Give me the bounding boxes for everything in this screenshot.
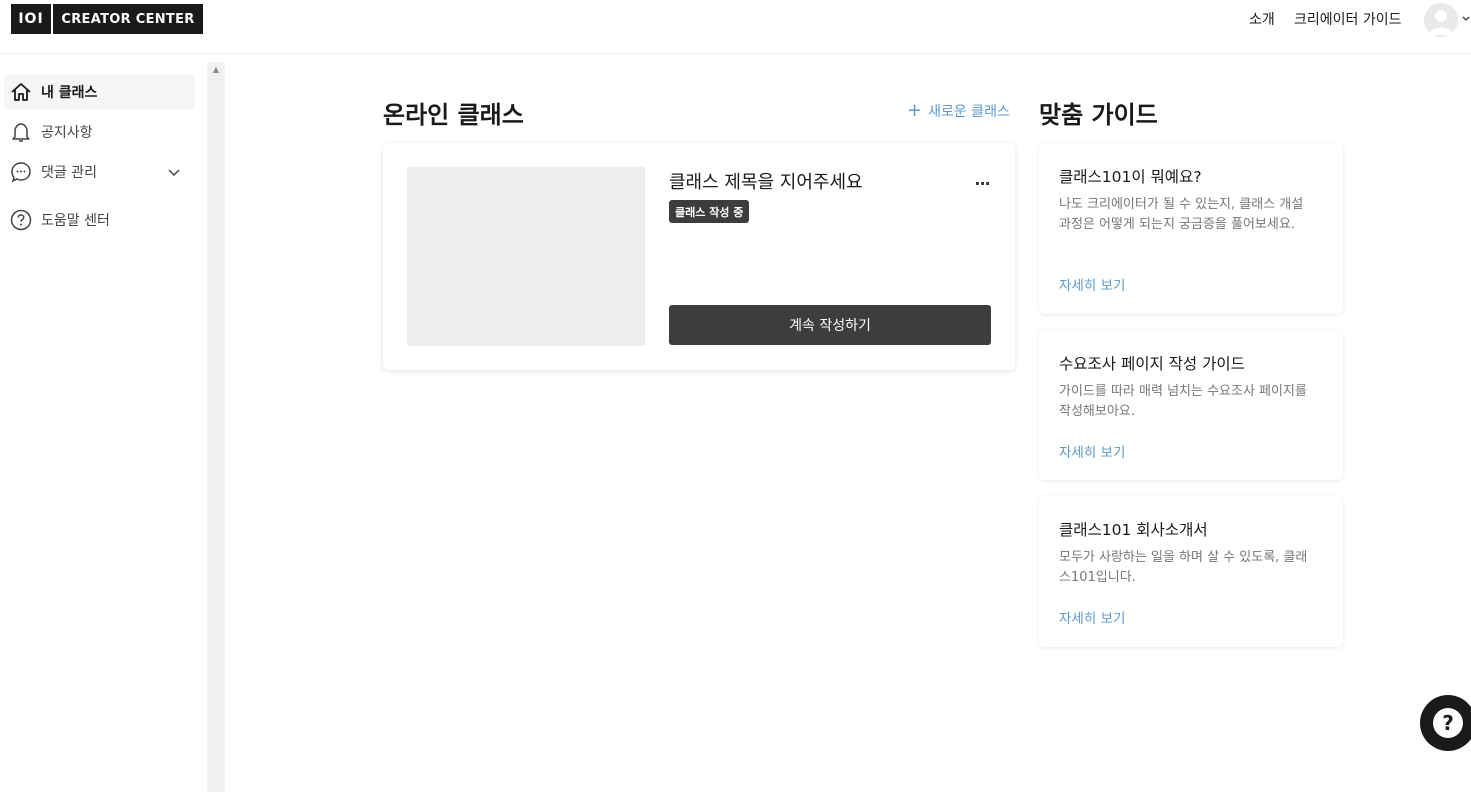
sidebar-item-notices[interactable]: 공지사항 bbox=[4, 114, 195, 150]
guide-card[interactable]: 수요조사 페이지 작성 가이드 가이드를 따라 매력 넘치는 수요조사 페이지를… bbox=[1039, 330, 1343, 480]
bell-icon bbox=[9, 120, 33, 144]
class-title: 클래스 제목을 지어주세요 bbox=[669, 172, 863, 193]
page-title: 온라인 클래스 bbox=[383, 101, 524, 129]
user-avatar-icon[interactable] bbox=[1424, 3, 1458, 37]
guide-section-title: 맞춤 가이드 bbox=[1039, 101, 1158, 129]
guide-card[interactable]: 클래스101 회사소개서 모두가 사랑하는 일을 하며 살 수 있도록, 클래스… bbox=[1039, 496, 1343, 647]
guide-title: 클래스101이 뭐예요? bbox=[1059, 168, 1202, 186]
guide-detail-link[interactable]: 자세히 보기 bbox=[1059, 441, 1125, 461]
chevron-down-icon[interactable] bbox=[1462, 14, 1470, 25]
class-thumbnail-placeholder bbox=[407, 167, 645, 346]
class-card[interactable]: 클래스 제목을 지어주세요 클래스 작성 중 ... 계속 작성하기 bbox=[383, 143, 1015, 370]
sidebar-scrollbar[interactable]: ▲ bbox=[207, 62, 225, 792]
guide-card[interactable]: 클래스101이 뭐예요? 나도 크리에이터가 될 수 있는지, 클래스 개설 과… bbox=[1039, 143, 1343, 314]
sidebar-item-help-center[interactable]: 도움말 센터 bbox=[4, 202, 195, 238]
sidebar-item-label: 도움말 센터 bbox=[41, 213, 110, 229]
more-options-icon[interactable]: ... bbox=[973, 167, 991, 191]
chevron-down-icon[interactable] bbox=[165, 163, 183, 181]
guide-description: 나도 크리에이터가 될 수 있는지, 클래스 개설 과정은 어떻게 되는지 궁금… bbox=[1059, 197, 1304, 232]
help-circle-icon bbox=[9, 208, 33, 232]
nav-creator-guide-link[interactable]: 크리에이터 가이드 bbox=[1294, 11, 1402, 29]
sidebar-item-label: 공지사항 bbox=[41, 125, 93, 141]
nav-about-link[interactable]: 소개 bbox=[1249, 11, 1275, 29]
new-class-label: 새로운 클래스 bbox=[928, 104, 1010, 120]
sidebar-item-label: 내 클래스 bbox=[41, 85, 98, 101]
top-header: IOI CREATOR CENTER 소개 크리에이터 가이드 bbox=[0, 0, 1471, 54]
guide-detail-link[interactable]: 자세히 보기 bbox=[1059, 274, 1125, 294]
guide-description: 가이드를 따라 매력 넘치는 수요조사 페이지를 작성해보아요. bbox=[1059, 384, 1307, 419]
sidebar-item-label: 댓글 관리 bbox=[41, 165, 97, 181]
help-chat-button[interactable]: ? bbox=[1420, 695, 1471, 751]
sidebar-item-comments[interactable]: 댓글 관리 bbox=[4, 154, 195, 190]
new-class-button[interactable]: + 새로운 클래스 bbox=[907, 101, 1010, 121]
comment-icon bbox=[9, 160, 33, 184]
guide-title: 수요조사 페이지 작성 가이드 bbox=[1059, 355, 1245, 373]
status-badge: 클래스 작성 중 bbox=[669, 200, 750, 223]
sidebar: 내 클래스 공지사항 댓글 관리 도움말 센터 bbox=[0, 54, 207, 792]
creator-center-logo[interactable]: IOI CREATOR CENTER bbox=[11, 4, 203, 34]
guide-description: 모두가 사랑하는 일을 하며 살 수 있도록, 클래스101입니다. bbox=[1059, 550, 1308, 585]
sidebar-item-my-classes[interactable]: 내 클래스 bbox=[4, 74, 195, 110]
home-icon bbox=[9, 80, 33, 104]
logo-text: CREATOR CENTER bbox=[53, 4, 203, 34]
guide-title: 클래스101 회사소개서 bbox=[1059, 521, 1208, 539]
continue-writing-button[interactable]: 계속 작성하기 bbox=[669, 305, 991, 345]
help-question-icon: ? bbox=[1433, 708, 1463, 738]
guide-detail-link[interactable]: 자세히 보기 bbox=[1059, 607, 1125, 627]
scroll-up-arrow-icon[interactable]: ▲ bbox=[207, 62, 225, 76]
logo-mark: IOI bbox=[11, 4, 51, 34]
plus-icon: + bbox=[907, 100, 923, 121]
